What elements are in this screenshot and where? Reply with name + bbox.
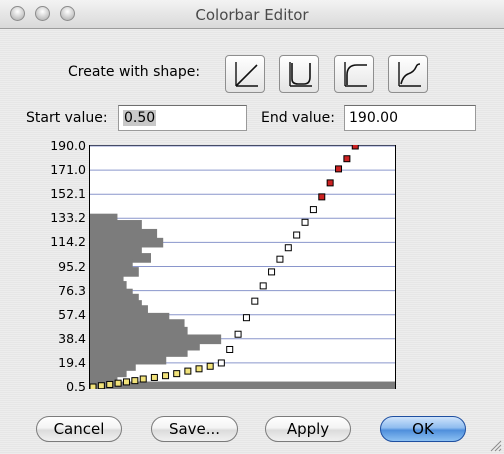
curve-point <box>173 370 181 378</box>
curve-point <box>251 297 259 305</box>
u-curve-shape-button[interactable] <box>279 55 319 93</box>
apply-button[interactable]: Apply <box>265 416 351 442</box>
curve-point <box>335 165 343 173</box>
end-value-text: 190.00 <box>349 110 398 126</box>
curve-point <box>293 231 301 239</box>
y-tick-label: 19.4 <box>58 354 86 370</box>
curve-point <box>276 255 284 263</box>
y-tick-label: 0.5 <box>66 379 86 394</box>
curve-point <box>150 373 158 381</box>
linear-shape-icon <box>235 62 258 87</box>
u-curve-shape-icon <box>289 62 312 87</box>
s-curve-shape-button[interactable] <box>388 55 428 93</box>
curve-point <box>89 383 97 389</box>
curve-point <box>114 379 122 387</box>
colorbar-plot[interactable] <box>89 145 396 389</box>
curve-point <box>318 193 326 201</box>
title-bar[interactable]: Colorbar Editor <box>0 0 504 29</box>
histogram-bar <box>90 228 158 239</box>
log-curve-shape-icon <box>344 62 367 87</box>
curve-point <box>259 282 267 290</box>
window-title: Colorbar Editor <box>195 6 309 24</box>
curve-point <box>206 362 214 370</box>
curve-point <box>131 377 139 385</box>
start-value-text: 0.50 <box>123 110 157 126</box>
end-value-field[interactable]: 190.00 <box>344 105 476 131</box>
y-tick-label: 95.2 <box>58 258 86 274</box>
y-tick-label: 190.0 <box>50 138 86 153</box>
colorbar-editor-window: Colorbar Editor Create with shape: Start… <box>0 0 504 454</box>
curve-point <box>351 145 359 150</box>
curve-point <box>217 359 225 367</box>
start-value-field[interactable]: 0.50 <box>118 105 247 131</box>
curve-point <box>234 330 242 338</box>
save-button[interactable]: Save... <box>151 416 238 442</box>
curve-point <box>226 345 234 353</box>
curve-point <box>242 314 250 322</box>
log-curve-shape-button[interactable] <box>334 55 374 93</box>
y-tick-label: 76.3 <box>58 282 86 298</box>
curve-point <box>162 372 170 380</box>
curve-point <box>106 380 114 388</box>
y-tick-label: 57.4 <box>58 306 86 322</box>
histogram-bar <box>90 244 142 254</box>
curve-point <box>309 206 317 214</box>
curve-point <box>195 365 203 373</box>
linear-shape-button[interactable] <box>225 55 265 93</box>
y-tick-label: 38.4 <box>58 330 86 346</box>
curve-point <box>301 218 309 226</box>
start-value-label: Start value: <box>26 110 108 126</box>
curve-point <box>97 382 105 389</box>
curve-point <box>284 244 292 252</box>
curve-point <box>184 367 192 375</box>
shape-label: Create with shape: <box>68 64 201 80</box>
end-value-label: End value: <box>261 110 336 126</box>
cancel-button[interactable]: Cancel <box>36 416 122 442</box>
resize-grip-icon[interactable] <box>488 438 502 452</box>
histogram-bar <box>90 220 142 230</box>
ok-button[interactable]: OK <box>380 416 466 442</box>
y-tick-label: 133.2 <box>50 210 86 226</box>
y-tick-label: 152.1 <box>50 186 86 202</box>
s-curve-shape-icon <box>398 62 421 87</box>
y-tick-label: 114.2 <box>50 234 86 250</box>
curve-point <box>268 268 276 276</box>
curve-point <box>343 155 351 163</box>
y-tick-label: 171.0 <box>50 162 86 178</box>
curve-point <box>122 378 130 386</box>
curve-point <box>139 375 147 383</box>
curve-point <box>326 179 334 187</box>
